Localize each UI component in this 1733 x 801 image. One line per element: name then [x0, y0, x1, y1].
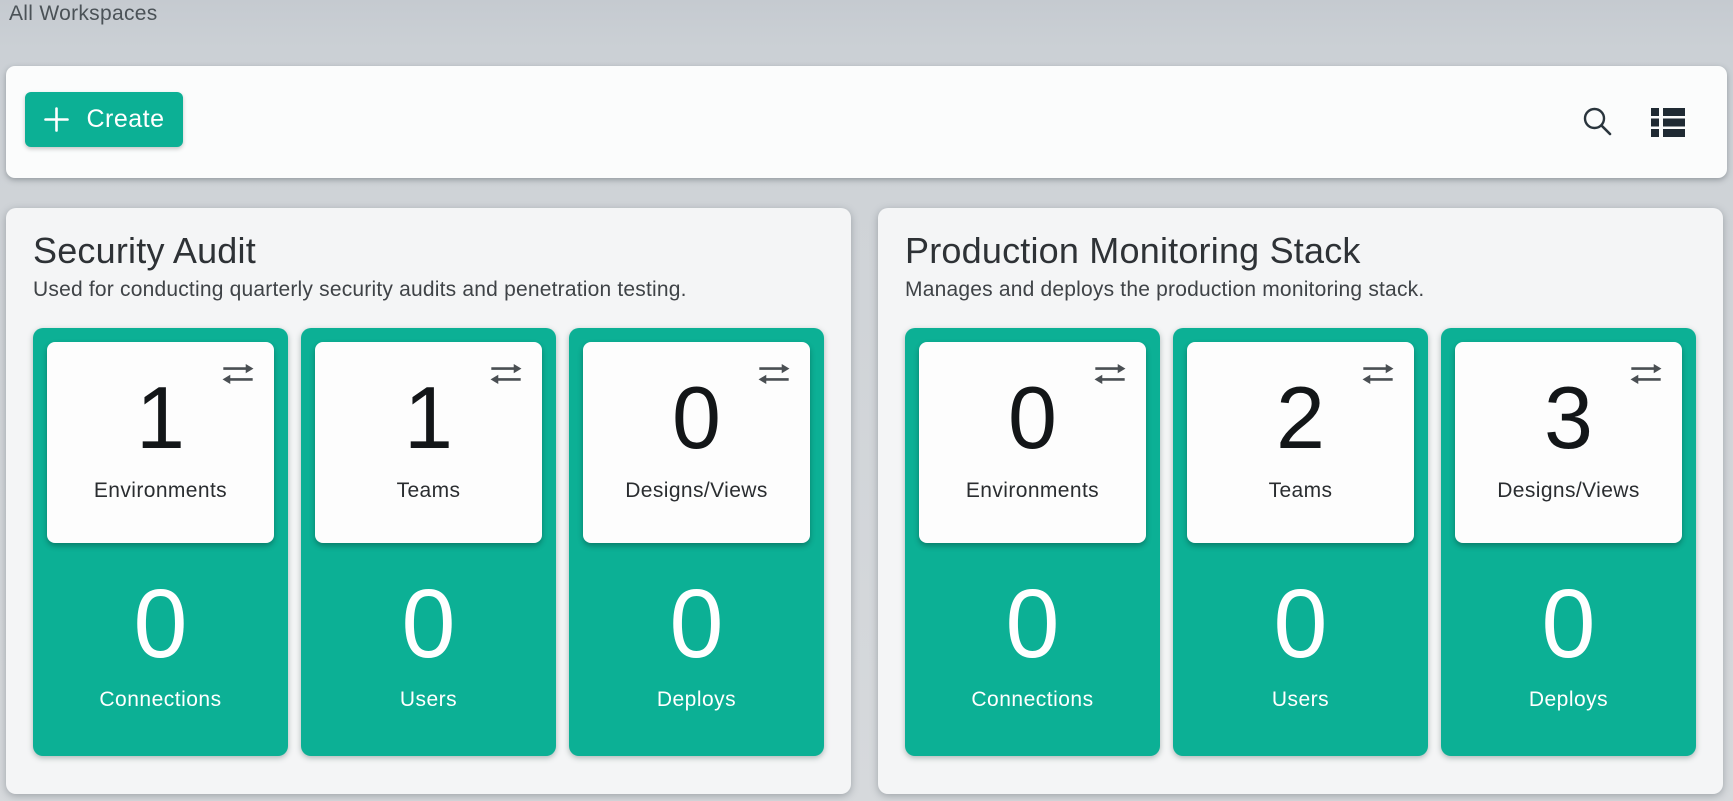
create-workspace-button[interactable]: Create	[25, 92, 183, 147]
stat-value: 0	[583, 374, 810, 462]
stat-value: 3	[1455, 374, 1682, 462]
stat-label: Users	[1173, 688, 1428, 712]
list-view-button[interactable]	[1647, 103, 1689, 141]
stat-value: 2	[1187, 374, 1414, 462]
stat-label: Designs/Views	[583, 479, 810, 503]
search-button[interactable]	[1575, 100, 1619, 144]
stat-label: Teams	[315, 479, 542, 503]
toolbar-icons	[1575, 66, 1689, 178]
create-button-label: Create	[86, 105, 164, 134]
stat-label: Environments	[919, 479, 1146, 503]
tile-top-panel: 1 Environments	[47, 342, 274, 543]
stat-label: Deploys	[1441, 688, 1696, 712]
stat-value: 0	[919, 374, 1146, 462]
stat-tile-environments-connections[interactable]: 1 Environments 0 Connections	[33, 328, 288, 756]
workspace-description: Used for conducting quarterly security a…	[33, 278, 687, 302]
toolbar: Create	[6, 66, 1727, 178]
workspace-cards: Security Audit Used for conducting quart…	[6, 208, 1723, 794]
stat-tile-designs-deploys[interactable]: 0 Designs/Views 0 Deploys	[569, 328, 824, 756]
plus-icon	[43, 106, 70, 133]
stat-label: Connections	[33, 688, 288, 712]
stat-tile-designs-deploys[interactable]: 3 Designs/Views 0 Deploys	[1441, 328, 1696, 756]
stat-value: 0	[905, 575, 1160, 672]
stat-value: 0	[1173, 575, 1428, 672]
list-view-icon	[1651, 107, 1685, 137]
workspace-name: Production Monitoring Stack	[905, 230, 1361, 272]
tile-top-panel: 3 Designs/Views	[1455, 342, 1682, 543]
workspace-name: Security Audit	[33, 230, 256, 272]
workspace-card-production-monitoring-stack: Production Monitoring Stack Manages and …	[878, 208, 1723, 794]
stat-value: 1	[315, 374, 542, 462]
stat-label: Connections	[905, 688, 1160, 712]
stat-tiles-row: 0 Environments 0 Connections	[905, 328, 1696, 756]
stat-tile-teams-users[interactable]: 1 Teams 0 Users	[301, 328, 556, 756]
workspace-card-security-audit: Security Audit Used for conducting quart…	[6, 208, 851, 794]
stat-label: Users	[301, 688, 556, 712]
tile-top-panel: 1 Teams	[315, 342, 542, 543]
search-icon	[1579, 104, 1615, 140]
stat-value: 1	[47, 374, 274, 462]
stat-value: 0	[1441, 575, 1696, 672]
stat-tiles-row: 1 Environments 0 Connections	[33, 328, 824, 756]
stat-tile-teams-users[interactable]: 2 Teams 0 Users	[1173, 328, 1428, 756]
stat-value: 0	[33, 575, 288, 672]
stat-tile-environments-connections[interactable]: 0 Environments 0 Connections	[905, 328, 1160, 756]
stat-value: 0	[301, 575, 556, 672]
tile-top-panel: 2 Teams	[1187, 342, 1414, 543]
stat-label: Deploys	[569, 688, 824, 712]
workspace-description: Manages and deploys the production monit…	[905, 278, 1424, 302]
tile-top-panel: 0 Environments	[919, 342, 1146, 543]
stat-label: Environments	[47, 479, 274, 503]
stat-label: Teams	[1187, 479, 1414, 503]
page-title: All Workspaces	[9, 2, 158, 26]
tile-top-panel: 0 Designs/Views	[583, 342, 810, 543]
stat-label: Designs/Views	[1455, 479, 1682, 503]
stat-value: 0	[569, 575, 824, 672]
workspaces-page: All Workspaces Create	[0, 0, 1733, 801]
